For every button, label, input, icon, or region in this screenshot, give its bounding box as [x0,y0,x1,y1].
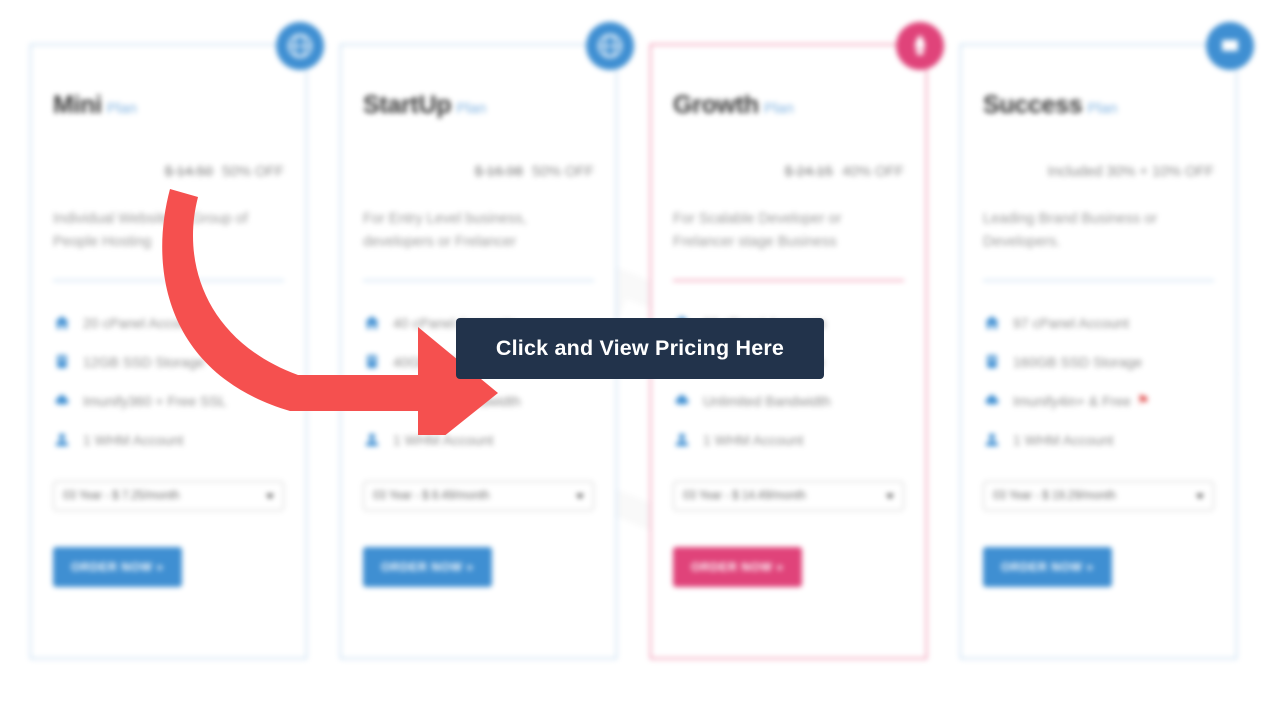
curved-arrow-icon [162,189,498,435]
annotation-overlay: Click and View Pricing Here [0,0,1280,709]
callout-tooltip-label: Click and View Pricing Here [495,336,785,360]
callout-tooltip[interactable]: Click and View Pricing Here [456,318,824,379]
